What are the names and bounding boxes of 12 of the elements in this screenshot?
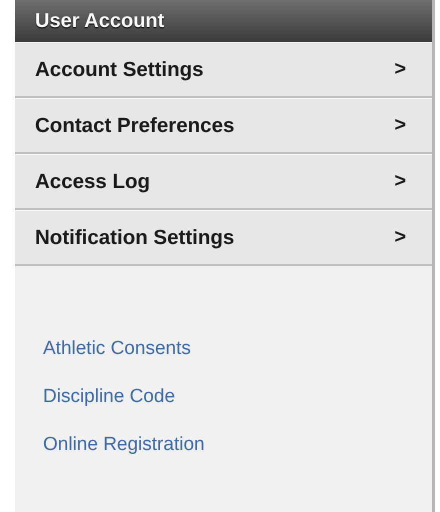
panel-header: User Account xyxy=(15,0,432,42)
menu-item[interactable]: Notification Settings > xyxy=(15,210,432,266)
menu-item[interactable]: Account Settings > xyxy=(15,42,432,98)
chevron-icon: > xyxy=(394,114,406,137)
link[interactable]: Online Registration xyxy=(43,434,205,456)
menu-item[interactable]: Contact Preferences > xyxy=(15,98,432,154)
link[interactable]: Discipline Code xyxy=(43,386,176,408)
menu-item[interactable]: Access Log > xyxy=(15,154,432,210)
chevron-icon: > xyxy=(394,226,406,249)
chevron-icon: > xyxy=(394,58,406,81)
chevron-icon: > xyxy=(394,170,406,193)
link[interactable]: Athletic Consents xyxy=(43,338,191,360)
